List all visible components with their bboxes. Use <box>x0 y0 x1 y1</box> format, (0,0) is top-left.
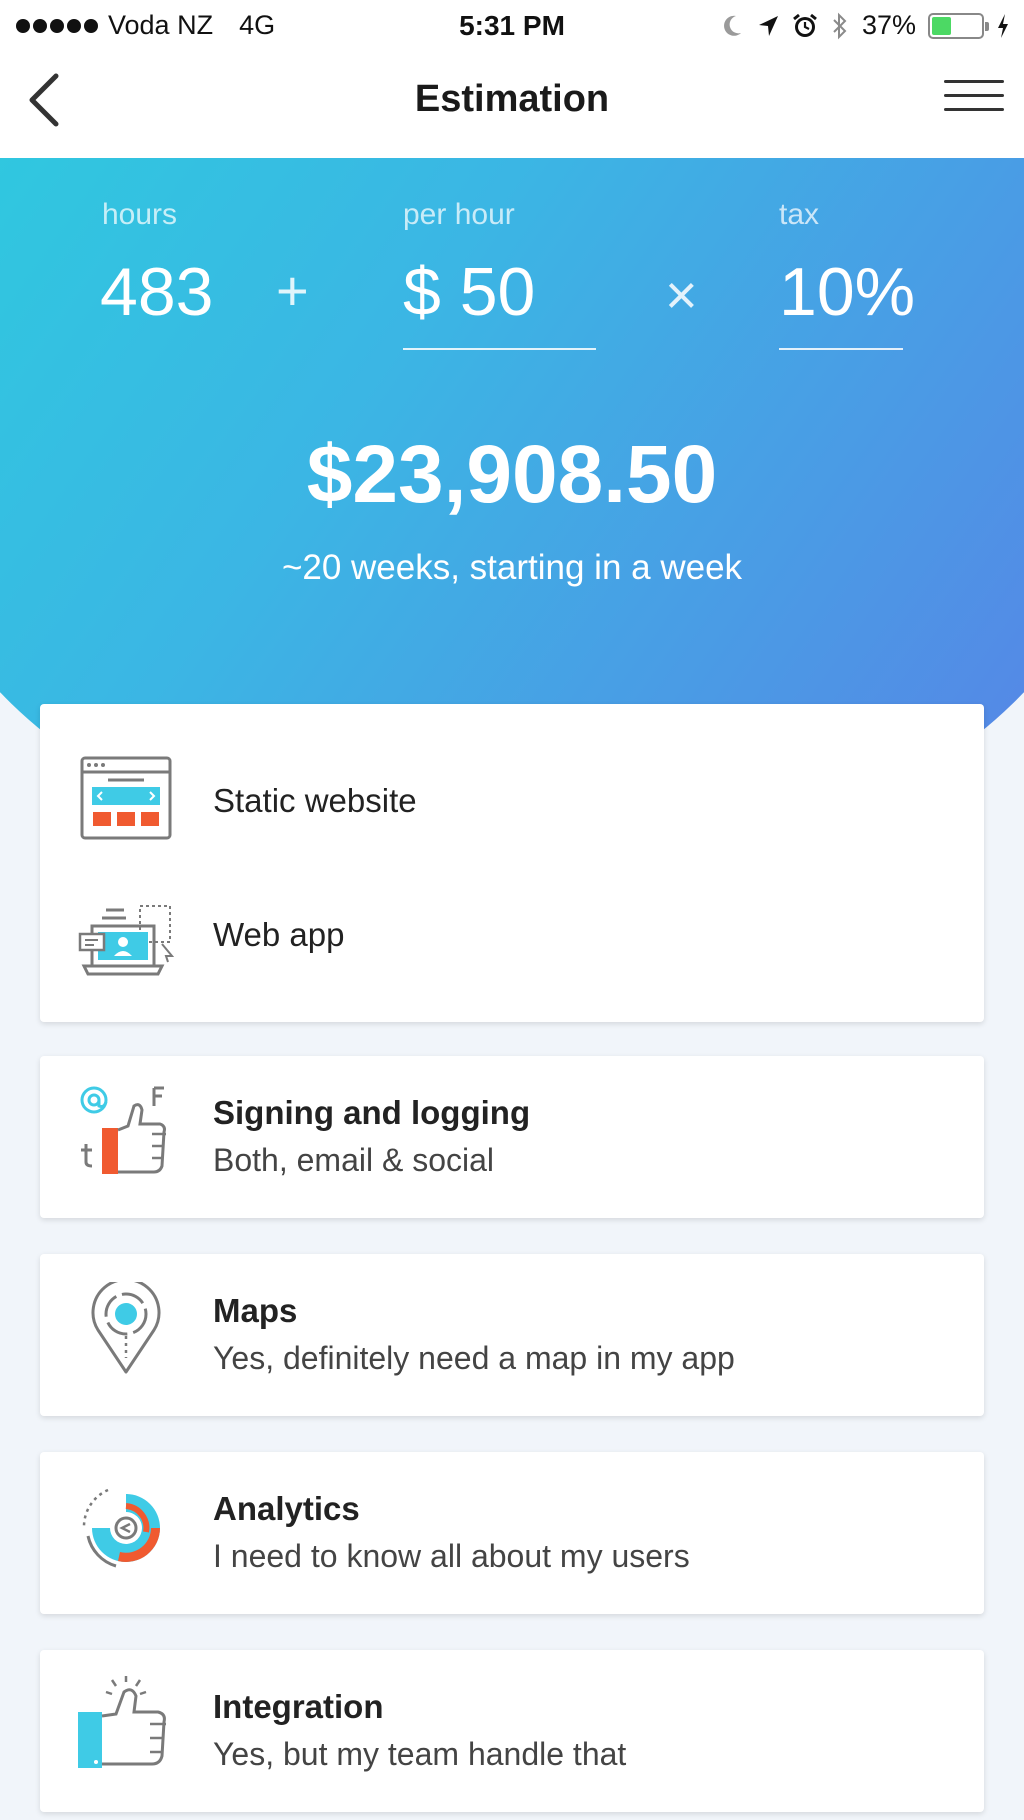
plus-operator: + <box>276 259 309 322</box>
charging-bolt-icon <box>998 13 1008 38</box>
bluetooth-icon <box>833 12 847 39</box>
tax-input-underline <box>779 348 903 350</box>
multiply-operator: × <box>665 263 698 326</box>
integration-subtitle: Yes, but my team handle that <box>213 1736 627 1772</box>
duration-estimate: ~20 weeks, starting in a week <box>281 548 743 587</box>
hours-value: 483 <box>100 254 214 330</box>
hours-label: hours <box>102 198 178 231</box>
option-signing-and-logging[interactable]: Signing and logging Both, email & social <box>40 1056 984 1218</box>
rate-input[interactable]: $ 50 <box>403 253 535 331</box>
rate-input-underline <box>403 348 596 350</box>
estimation-screen: Voda NZ 4G 5:31 PM 37% Estimation hours … <box>0 0 1024 1820</box>
platform-card: Static website Web app <box>40 704 984 1022</box>
signing-card: Signing and logging Both, email & social <box>40 1056 984 1218</box>
battery-icon <box>928 12 989 39</box>
tax-label: tax <box>779 198 820 231</box>
social-login-thumbs-up-icon <box>80 1086 166 1174</box>
website-layout-icon <box>80 756 172 840</box>
navigation-bar: Estimation <box>0 50 1024 158</box>
web-app-label: Web app <box>213 916 345 953</box>
battery-level-fill <box>932 16 952 35</box>
option-static-website[interactable]: Static website <box>40 704 984 894</box>
rate-label: per hour <box>403 198 515 231</box>
status-bar: Voda NZ 4G 5:31 PM 37% <box>0 0 1024 50</box>
map-pin-icon <box>91 1282 161 1374</box>
maps-card: Maps Yes, definitely need a map in my ap… <box>40 1254 984 1416</box>
hamburger-menu-button[interactable] <box>944 80 1004 122</box>
maps-title: Maps <box>213 1292 298 1329</box>
analytics-title: Analytics <box>213 1490 360 1527</box>
option-web-app[interactable]: Web app <box>40 894 984 1022</box>
analytics-card: Analytics I need to know all about my us… <box>40 1452 984 1614</box>
analytics-donut-icon <box>82 1488 160 1568</box>
maps-subtitle: Yes, definitely need a map in my app <box>213 1340 735 1376</box>
integration-thumbs-up-icon <box>78 1676 166 1768</box>
alarm-clock-icon <box>793 13 817 37</box>
static-website-label: Static website <box>213 782 417 819</box>
integration-title: Integration <box>213 1688 384 1725</box>
page-title: Estimation <box>414 78 610 120</box>
signing-title: Signing and logging <box>213 1094 531 1131</box>
status-right: 37% <box>720 10 1010 41</box>
web-app-laptop-icon <box>78 905 175 976</box>
moon-icon <box>724 15 741 36</box>
option-analytics[interactable]: Analytics I need to know all about my us… <box>40 1452 984 1614</box>
battery-percent: 37% <box>861 10 916 40</box>
location-arrow-icon <box>758 15 778 36</box>
option-integration[interactable]: Integration Yes, but my team handle that <box>40 1650 984 1812</box>
tax-input[interactable]: 10% <box>779 253 915 331</box>
total-price: $23,908.50 <box>306 429 718 520</box>
signing-subtitle: Both, email & social <box>213 1142 495 1178</box>
analytics-subtitle: I need to know all about my users <box>213 1538 690 1574</box>
integration-card: Integration Yes, but my team handle that <box>40 1650 984 1812</box>
option-maps[interactable]: Maps Yes, definitely need a map in my ap… <box>40 1254 984 1416</box>
